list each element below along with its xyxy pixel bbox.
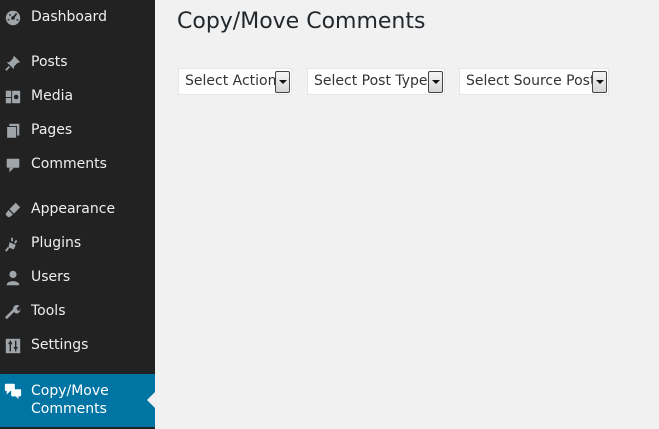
settings-icon [4,337,22,355]
select-source-post-value: Select Source Post [466,73,596,89]
main-content: Copy/Move Comments Select Action Select … [155,0,659,429]
sidebar-item-dashboard[interactable]: Dashboard [0,1,155,35]
wrench-icon [4,303,22,321]
page-title: Copy/Move Comments [177,9,426,34]
sidebar-item-tools[interactable]: Tools [0,295,155,329]
wp-admin-screen: Dashboard Posts Media Pages Comments App… [0,0,659,429]
sidebar-item-label: Media [31,88,74,104]
sidebar-item-users[interactable]: Users [0,261,155,295]
sidebar-item-label: Settings [31,337,89,353]
paintbrush-icon [4,201,22,219]
sidebar-item-media[interactable]: Media [0,80,155,114]
dashboard-icon [4,9,22,27]
sidebar-item-label: Tools [31,303,66,319]
sidebar-item-posts[interactable]: Posts [0,46,155,80]
sidebar-item-plugins[interactable]: Plugins [0,227,155,261]
chevron-down-icon[interactable] [275,71,290,93]
select-post-type-value: Select Post Type [314,73,428,89]
sidebar-item-comments[interactable]: Comments [0,148,155,182]
comment-icon [4,156,22,174]
sidebar-item-label: Comments [31,156,107,172]
user-icon [4,269,22,287]
sidebar-item-settings[interactable]: Settings [0,329,155,363]
sidebar-item-label: Appearance [31,201,116,217]
admin-sidebar: Dashboard Posts Media Pages Comments App… [0,0,155,429]
sidebar-item-label: Plugins [31,235,82,251]
chevron-down-icon[interactable] [428,71,443,93]
sidebar-item-copy-move-comments[interactable]: Copy/Move Comments [0,374,155,427]
pages-icon [4,122,22,140]
sidebar-item-appearance[interactable]: Appearance [0,193,155,227]
select-action-dropdown[interactable]: Select Action [178,68,292,95]
comments-icon [4,382,22,400]
plugin-icon [4,235,22,253]
chevron-down-icon[interactable] [592,71,607,93]
sidebar-item-label: Copy/Move Comments [31,383,109,417]
sidebar-item-pages[interactable]: Pages [0,114,155,148]
sidebar-item-label: Pages [31,122,73,138]
media-icon [4,88,22,106]
sidebar-item-label: Posts [31,54,68,70]
pushpin-icon [4,54,22,72]
select-post-type-dropdown[interactable]: Select Post Type [307,68,445,95]
sidebar-item-label: Users [31,269,71,285]
active-indicator [147,392,155,408]
select-source-post-dropdown[interactable]: Select Source Post [459,68,609,95]
sidebar-item-label: Dashboard [31,9,107,25]
select-action-value: Select Action [185,73,277,89]
